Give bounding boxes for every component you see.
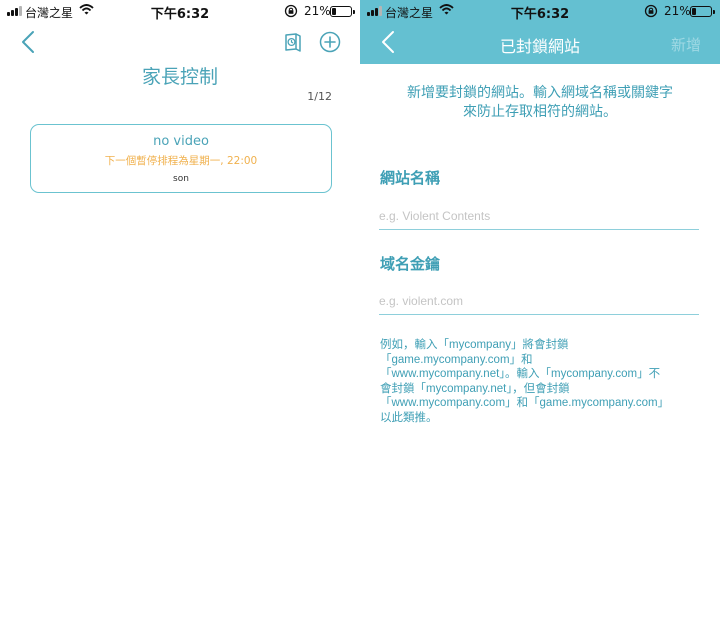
intro-line: 新增要封鎖的網站。輸入網域名稱或關鍵字 [407,85,673,101]
page-indicator: 1/12 [307,90,332,103]
parental-control-screen: 台灣之星 下午6:32 21% 家長控制 1/12 no video 下一個暫停… [0,0,360,627]
add-button[interactable]: 新增 [671,34,701,55]
domain-key-input[interactable] [379,287,699,315]
note-line: 例如，輸入「mycompany」將會封鎖 [380,339,569,351]
orientation-lock-icon [284,4,298,18]
battery-icon [690,6,715,17]
battery-percent: 21% [664,4,691,18]
battery-icon [330,6,355,17]
blocked-sites-screen: 台灣之星 下午6:32 21% 已封鎖網站 新增 新增要封鎖的網站。輸入網域名稱… [360,0,720,627]
back-chevron-icon[interactable] [20,30,36,54]
note-line: 會封鎖「mycompany.net」，但會封鎖 [380,382,570,395]
site-name-label: 網站名稱 [380,169,441,187]
battery-percent: 21% [304,4,331,18]
profile-owner: son [173,174,189,184]
note-line: 「www.mycompany.net」。輸入「mycompany.com」不 [380,368,661,381]
orientation-lock-icon [644,4,658,18]
example-note: 例如，輸入「mycompany」將會封鎖 「game.mycompany.com… [380,338,700,426]
status-bar: 台灣之星 下午6:32 21% [0,0,360,24]
intro-text: 新增要封鎖的網站。輸入網域名稱或關鍵字 來防止存取相符的網站。 [380,84,700,122]
page-title: 家長控制 [141,66,218,88]
screen-title: 已封鎖網站 [499,37,580,56]
battery-fill [332,8,336,15]
site-name-input[interactable] [379,202,699,230]
profile-card[interactable]: no video 下一個暫停排程為星期一, 22:00 son [30,124,332,193]
next-pause-schedule: 下一個暫停排程為星期一, 22:00 [104,155,258,167]
note-line: 「game.mycompany.com」和 [380,353,533,366]
domain-key-label: 域名金鑰 [380,255,441,273]
intro-line: 來防止存取相符的網站。 [463,104,617,120]
clock-book-icon[interactable] [283,31,305,53]
plus-circle-icon[interactable] [319,31,341,53]
note-line: 「www.mycompany.com」和「game.mycompany.com」 [380,397,670,410]
status-bar: 台灣之星 下午6:32 21% [360,0,720,24]
battery-fill [692,8,696,15]
note-line: 以此類推。 [380,411,438,424]
profile-title: no video [153,134,209,149]
